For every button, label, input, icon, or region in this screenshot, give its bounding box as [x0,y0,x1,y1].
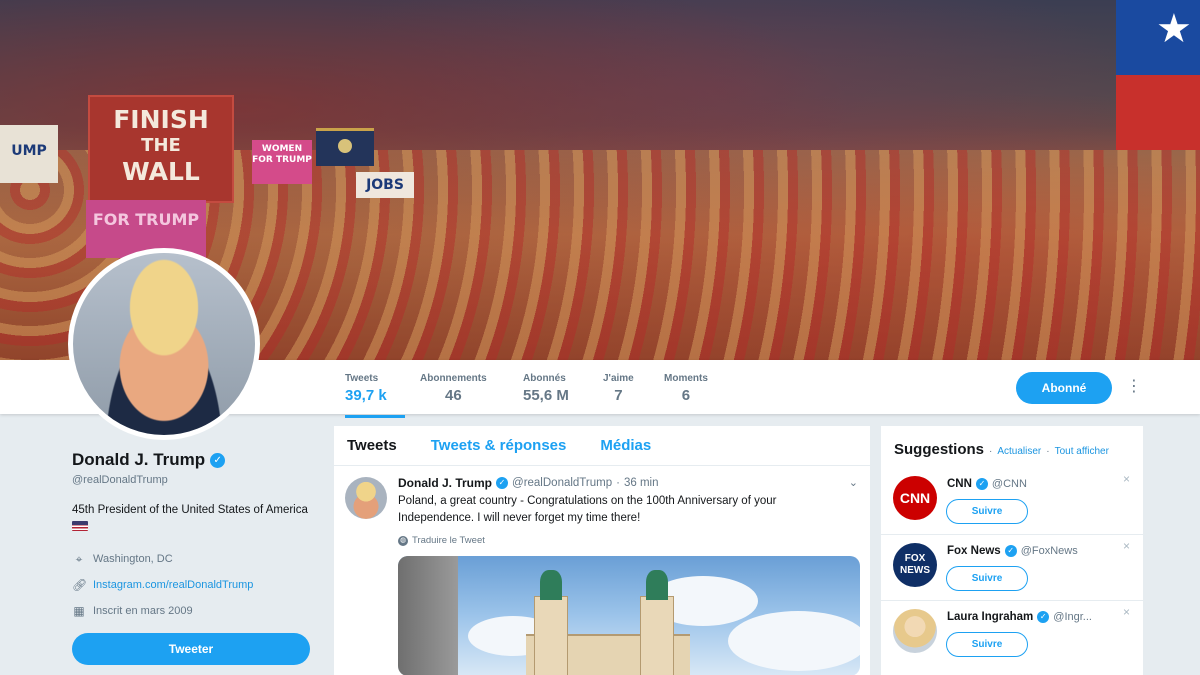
banner-texas-flag: ★ [1116,0,1200,150]
banner-sign-women: WOMEN FOR TRUMP [252,140,312,184]
location-pin-icon: ⌖ [75,551,83,566]
stat-moments[interactable]: Moments 6 [664,373,708,404]
cnn-logo-icon[interactable]: CNN [893,476,937,520]
stat-label: Abonnés [523,373,566,384]
suggestion-handle: @CNN [991,478,1027,490]
tweet-text: Poland, a great country - Congratulation… [398,495,777,524]
stat-value: 55,6 M [523,387,569,404]
follow-button[interactable]: Suivre [946,632,1028,657]
banner-podium [316,128,374,166]
timeline: Tweets Tweets & réponses Médias Donald J… [334,426,870,675]
stat-following[interactable]: Abonnements 46 [420,373,487,404]
tweet-author-handle: @realDonaldTrump [512,477,613,489]
suggestion-name[interactable]: CNN [947,478,972,490]
verified-icon: ✓ [1037,611,1050,623]
profile-avatar[interactable] [68,248,260,440]
profile-joined: ▦ Inscrit en mars 2009 [72,598,312,624]
star-icon: ★ [1156,7,1192,51]
suggestions-title: Suggestions [894,441,985,458]
fox-news-logo-icon[interactable]: FOX NEWS [893,543,937,587]
separator: · [1046,446,1050,457]
suggestion-item[interactable]: FOX NEWS Fox News ✓ @FoxNews Suivre × [881,534,1143,598]
laura-ingraham-avatar[interactable] [893,609,937,653]
follow-button[interactable]: Suivre [946,566,1028,591]
profile-name[interactable]: Donald J. Trump [72,450,205,470]
suggestion-item[interactable]: Laura Ingraham ✓ @Ingr... Suivre × [881,600,1143,664]
following-button[interactable]: Abonné [1016,372,1112,404]
sign-line: THE [141,135,181,156]
stat-value: 6 [681,387,691,404]
stat-tweets[interactable]: Tweets 39,7 k [345,373,405,418]
suggestion-name[interactable]: Fox News [947,545,1001,557]
globe-icon: ◍ [398,535,408,546]
profile-location: ⌖ Washington, DC [72,546,312,572]
profile-bio: 45th President of the United States of A… [72,502,312,536]
stat-value: 7 [614,387,623,404]
profile-website[interactable]: 🔗︎ Instagram.com/realDonaldTrump [72,572,312,598]
close-icon[interactable]: × [1123,605,1130,619]
suggestion-name[interactable]: Laura Ingraham [947,611,1033,623]
verified-icon: ✓ [1004,545,1017,557]
close-icon[interactable]: × [1123,539,1130,553]
location-text: Washington, DC [93,553,173,565]
stat-label: Abonnements [420,373,487,384]
close-icon[interactable]: × [1123,472,1130,486]
cloud-shape [728,611,860,671]
verified-icon: ✓ [975,478,988,490]
stat-label: J'aime [603,373,634,384]
stat-value: 46 [444,387,462,404]
separator: · [989,446,993,457]
link-icon: 🔗︎ [72,578,88,592]
tweet[interactable]: Donald J. Trump ✓ @realDonaldTrump · 36 … [334,466,870,675]
suggestion-item[interactable]: CNN CNN ✓ @CNN Suivre × [881,468,1143,532]
banner-sign-finish-the-wall: FINISH THE WALL [88,95,234,203]
us-flag-icon [72,521,88,531]
verified-icon: ✓ [496,477,509,489]
sign-line: WALL [122,157,200,186]
tab-tweets-replies[interactable]: Tweets & réponses [431,437,567,454]
tweet-separator: · [616,477,620,489]
verified-icon: ✓ [210,452,226,468]
tweet-time[interactable]: 36 min [624,477,659,489]
chevron-down-icon[interactable]: ⌄ [849,476,858,489]
photo-wall [398,556,458,675]
joined-text: Inscrit en mars 2009 [93,605,193,617]
timeline-tabs: Tweets Tweets & réponses Médias [334,426,870,466]
photo-tower [640,596,674,675]
tweet-author-name[interactable]: Donald J. Trump [398,476,492,490]
tab-tweets[interactable]: Tweets [347,437,397,454]
photo-tower [534,596,568,675]
website-link[interactable]: Instagram.com/realDonaldTrump [93,579,253,591]
tweet-to-button[interactable]: Tweeter [72,633,310,665]
who-to-follow: Suggestions · Actualiser · Tout afficher… [881,426,1143,675]
sign-line: FINISH [113,105,209,134]
refresh-link[interactable]: Actualiser [997,446,1041,457]
stat-followers[interactable]: Abonnés 55,6 M [523,373,569,404]
tweet-avatar[interactable] [345,477,387,519]
bio-text: 45th President of the United States of A… [72,504,308,516]
stat-label: Tweets [345,373,379,384]
banner-sign-trump: UMP [0,125,58,183]
translate-label[interactable]: Traduire le Tweet [412,535,485,546]
tweet-header: Donald J. Trump ✓ @realDonaldTrump · 36 … [398,476,858,490]
calendar-icon: ▦ [73,604,85,618]
more-options-icon[interactable]: ⋮ [1126,376,1142,398]
stat-value: 39,7 k [345,387,387,404]
twitter-profile-page: FINISH THE WALL WOMEN FOR TRUMP UMP FOR … [0,0,1200,675]
banner-sign-jobs: JOBS [356,172,414,198]
photo-dome [540,570,562,600]
view-all-link[interactable]: Tout afficher [1055,446,1109,457]
profile-handle[interactable]: @realDonaldTrump [72,474,312,486]
follow-button[interactable]: Suivre [946,499,1028,524]
suggestion-handle: @FoxNews [1020,545,1078,557]
tweet-media-image[interactable] [398,556,860,675]
stat-label: Moments [664,373,708,384]
suggestion-handle: @Ingr... [1053,611,1092,623]
translate-tweet[interactable]: ◍ Traduire le Tweet [398,535,858,546]
profile-card: Donald J. Trump ✓ @realDonaldTrump 45th … [72,450,312,665]
tab-media[interactable]: Médias [600,437,651,454]
stat-likes[interactable]: J'aime 7 [603,373,634,404]
photo-dome [646,570,668,600]
